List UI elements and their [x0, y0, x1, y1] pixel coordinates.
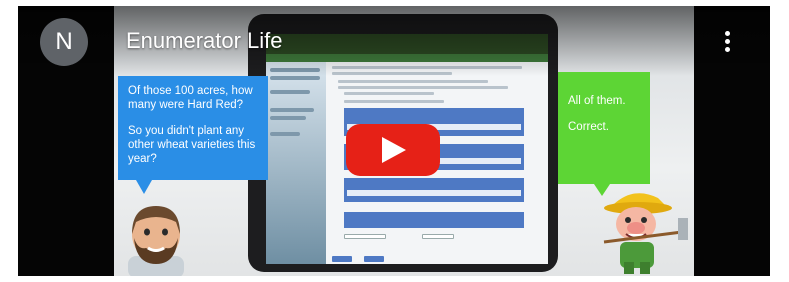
- video-title[interactable]: Enumerator Life: [126, 28, 283, 54]
- farmer-cartoon: [603, 193, 688, 274]
- more-vert-icon[interactable]: [720, 28, 734, 56]
- question-line: Of those 100 acres, how many were Hard R…: [128, 85, 253, 111]
- survey-sidebar: [266, 62, 326, 264]
- bearded-man-avatar: [128, 206, 184, 276]
- play-icon[interactable]: [382, 137, 406, 163]
- answer-bubble: All of them. Correct.: [558, 72, 650, 184]
- video-player[interactable]: N Enumerator Life Of those 100 acres, ho…: [18, 6, 770, 276]
- question-line: So you didn't plant any other wheat vari…: [128, 125, 256, 165]
- question-bubble: Of those 100 acres, how many were Hard R…: [118, 76, 268, 180]
- answer-line: Correct.: [568, 121, 609, 133]
- answer-line: All of them.: [568, 95, 626, 107]
- question-bubble-tail: [136, 180, 152, 194]
- channel-avatar[interactable]: N: [40, 18, 88, 66]
